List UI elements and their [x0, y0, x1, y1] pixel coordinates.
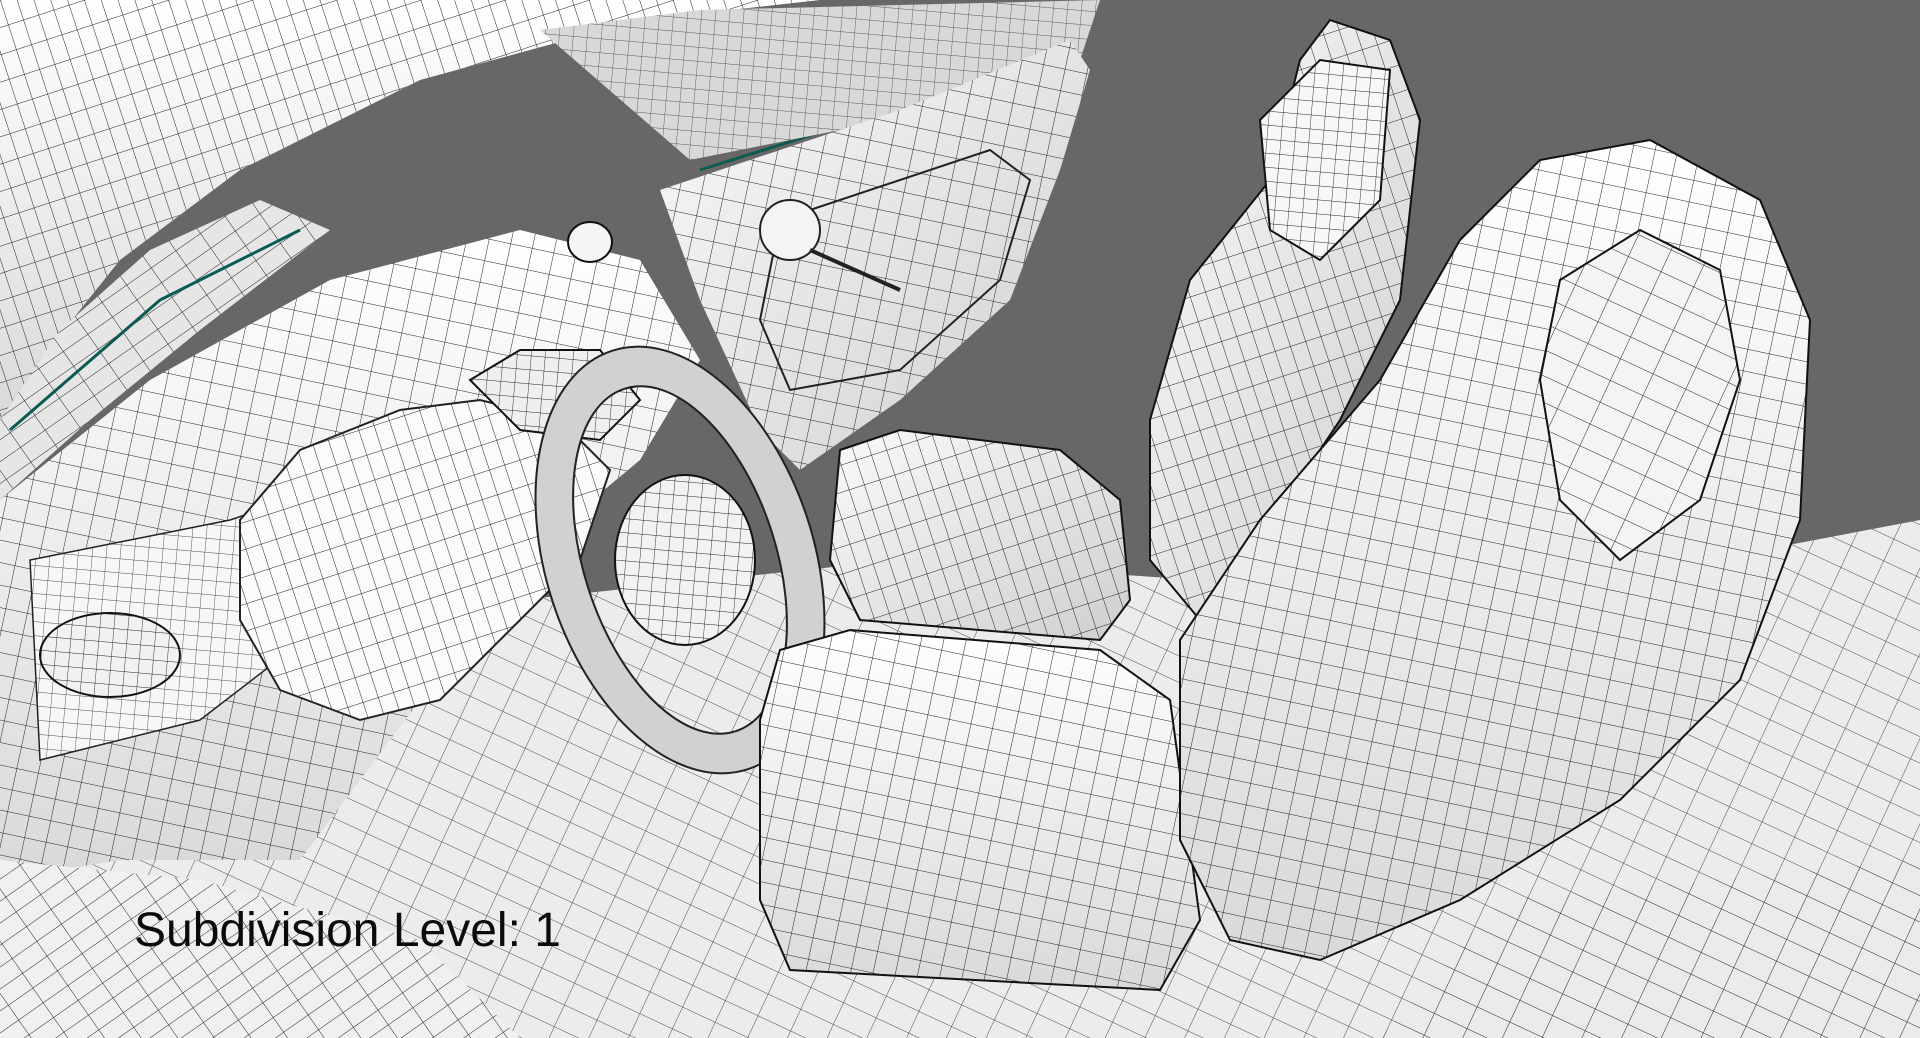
subdivision-level-label: Subdivision Level: 1 — [134, 904, 561, 957]
seat-left-mesh — [759, 428, 1202, 992]
wireframe-scene[interactable] — [0, 0, 1920, 1038]
3d-viewport[interactable]: Subdivision Level: 1 — [0, 0, 1920, 1038]
